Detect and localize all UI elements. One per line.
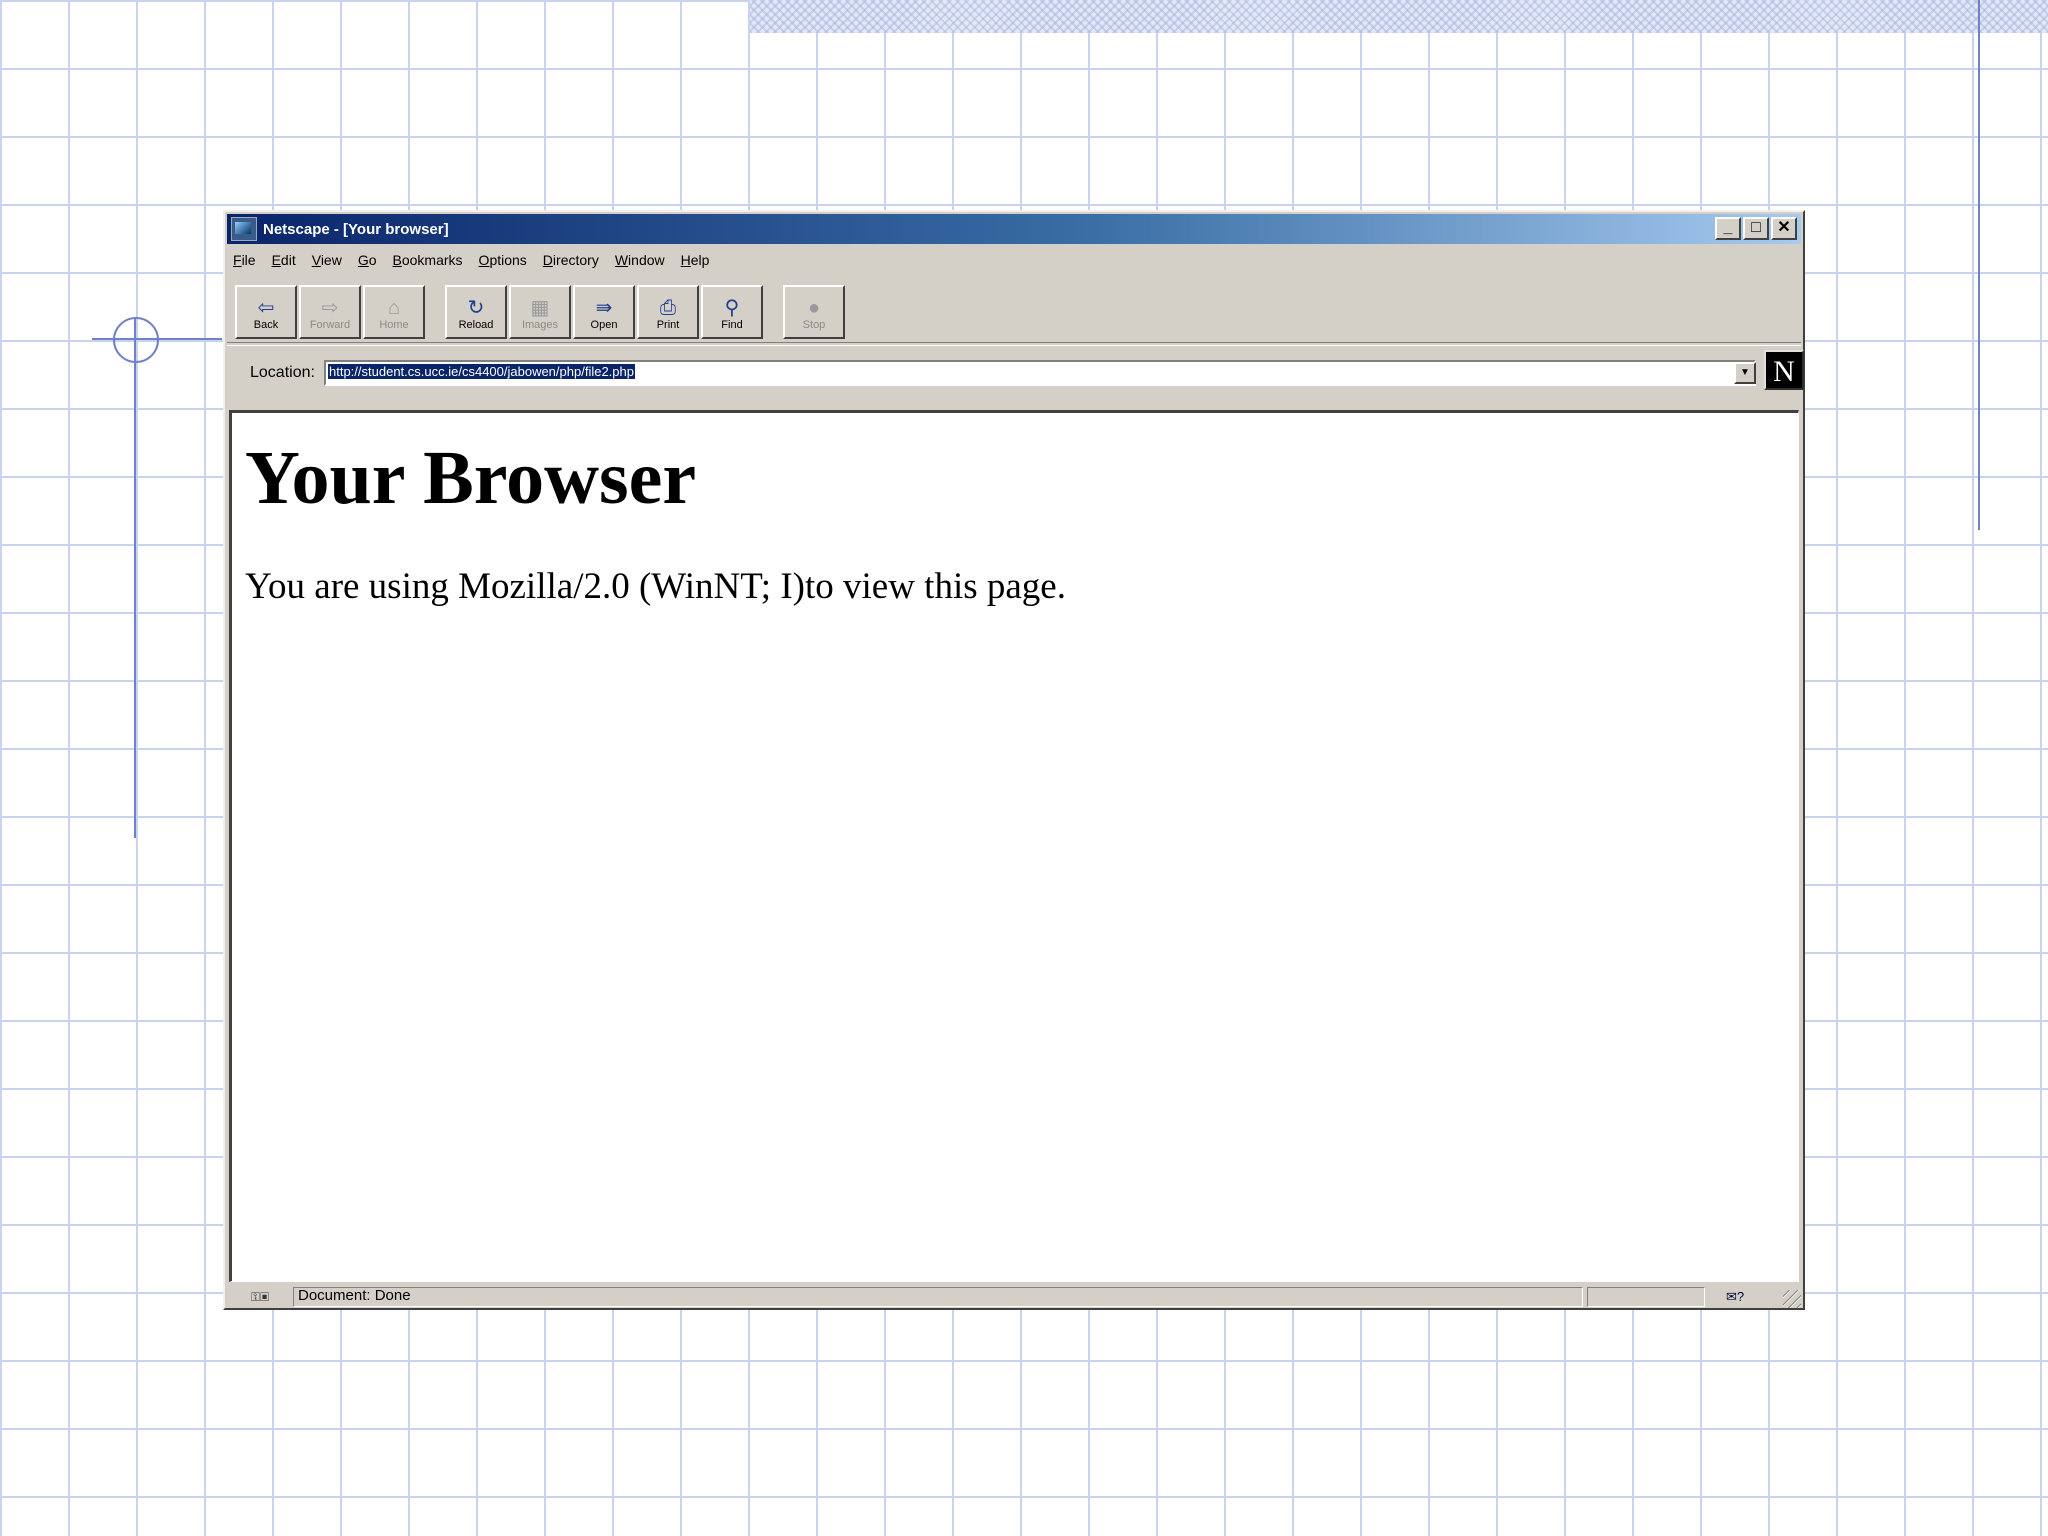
menu-view[interactable]: View xyxy=(312,252,342,268)
page-heading: Your Browser xyxy=(245,436,697,520)
menu-bar: File Edit View Go Bookmarks Options Dire… xyxy=(233,252,709,268)
status-bar: ⚿▣ Document: Done ✉? xyxy=(227,1286,1801,1308)
menu-options[interactable]: Options xyxy=(479,252,527,268)
back-arrow-icon: ⇦ xyxy=(257,297,275,319)
progress-field xyxy=(1587,1287,1705,1307)
slide-decoration-circle xyxy=(113,317,159,363)
location-input[interactable]: http://student.cs.ucc.ie/cs4400/jabowen/… xyxy=(324,360,1756,386)
printer-icon: ⎙ xyxy=(660,297,676,319)
menu-file[interactable]: File xyxy=(233,252,256,268)
home-button[interactable]: ⌂ Home xyxy=(363,285,425,339)
images-button[interactable]: ▦ Images xyxy=(509,285,571,339)
slide-top-band xyxy=(750,0,2048,33)
location-dropdown-button[interactable]: ▼ xyxy=(1734,362,1756,384)
reload-icon: ↻ xyxy=(467,297,485,319)
menu-edit[interactable]: Edit xyxy=(272,252,296,268)
forward-button[interactable]: ⇨ Forward xyxy=(299,285,361,339)
chevron-down-icon: ▼ xyxy=(1740,367,1750,378)
navigation-toolbar: ⇦ Back ⇨ Forward ⌂ Home ↻ Reload ▦ Image… xyxy=(235,285,847,339)
forward-arrow-icon: ⇨ xyxy=(321,297,339,319)
menu-bookmarks[interactable]: Bookmarks xyxy=(393,252,463,268)
resize-grip[interactable] xyxy=(1783,1290,1801,1308)
location-label: Location: xyxy=(250,364,315,381)
close-button[interactable]: ✕ xyxy=(1771,217,1797,240)
back-button[interactable]: ⇦ Back xyxy=(235,285,297,339)
window-title: Netscape - [Your browser] xyxy=(263,220,449,238)
maximize-button[interactable]: □ xyxy=(1743,217,1769,240)
images-icon: ▦ xyxy=(530,297,550,319)
print-button[interactable]: ⎙ Print xyxy=(637,285,699,339)
open-button[interactable]: ⇛ Open xyxy=(573,285,635,339)
slide-decoration-line xyxy=(134,318,136,838)
reload-button[interactable]: ↻ Reload xyxy=(445,285,507,339)
location-url: http://student.cs.ucc.ie/cs4400/jabowen/… xyxy=(328,364,635,379)
browser-window: Netscape - [Your browser] _ □ ✕ File Edi… xyxy=(223,210,1805,1310)
menu-go[interactable]: Go xyxy=(358,252,377,268)
menu-help[interactable]: Help xyxy=(681,252,710,268)
mail-icon[interactable]: ✉? xyxy=(1705,1289,1765,1305)
menu-window[interactable]: Window xyxy=(615,252,665,268)
home-icon: ⌂ xyxy=(387,297,401,319)
security-key-icon[interactable]: ⚿▣ xyxy=(227,1287,293,1307)
open-icon: ⇛ xyxy=(595,297,613,319)
stop-icon: ● xyxy=(807,297,821,319)
stop-button[interactable]: ● Stop xyxy=(783,285,845,339)
page-content: Your Browser You are using Mozilla/2.0 (… xyxy=(229,410,1799,1282)
slide-decoration-line xyxy=(1978,0,1980,530)
netscape-app-icon xyxy=(231,217,257,241)
title-bar[interactable]: Netscape - [Your browser] _ □ ✕ xyxy=(227,214,1801,244)
minimize-button[interactable]: _ xyxy=(1715,217,1741,240)
location-bar: Location: http://student.cs.ucc.ie/cs440… xyxy=(227,350,1804,398)
netscape-logo[interactable]: N xyxy=(1764,350,1804,390)
status-text: Document: Done xyxy=(293,1287,1583,1307)
toolbar-separator xyxy=(227,342,1801,346)
menu-directory[interactable]: Directory xyxy=(543,252,599,268)
find-button[interactable]: ⚲ Find xyxy=(701,285,763,339)
page-body-text: You are using Mozilla/2.0 (WinNT; I)to v… xyxy=(245,566,1066,607)
binoculars-icon: ⚲ xyxy=(724,297,740,319)
